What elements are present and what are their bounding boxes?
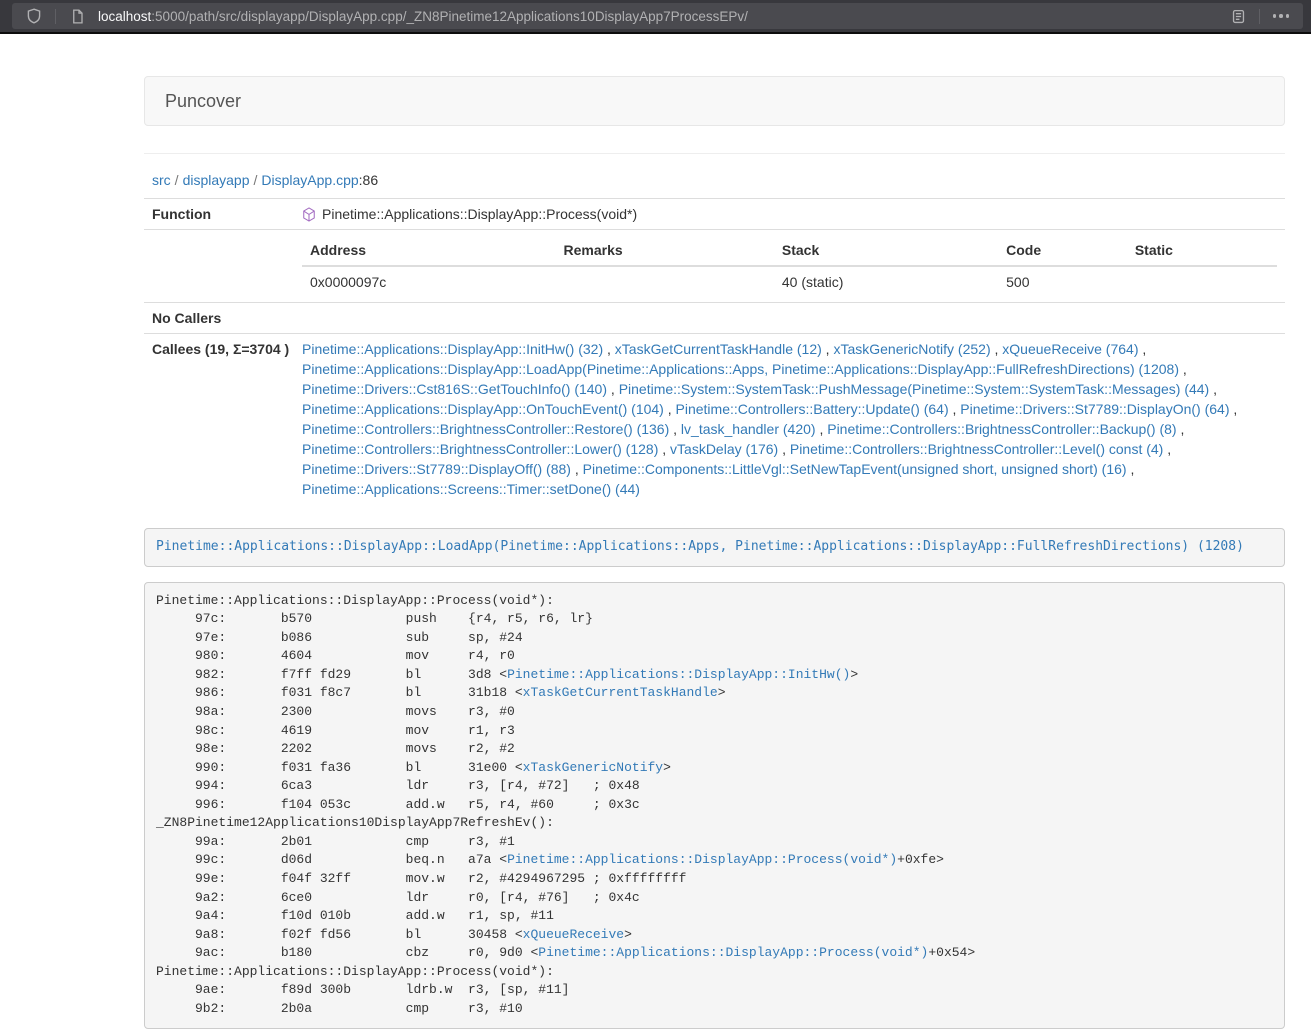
static-value bbox=[1127, 266, 1277, 297]
no-callers-label: No Callers bbox=[144, 303, 294, 334]
remarks-column-header: Remarks bbox=[556, 235, 774, 266]
breadcrumb-link-displayapp[interactable]: displayapp bbox=[183, 172, 250, 188]
url-text[interactable]: localhost:5000/path/src/displayapp/Displ… bbox=[98, 9, 1226, 24]
code-symbol-link[interactable]: Pinetime::Applications::DisplayApp::Init… bbox=[507, 667, 850, 682]
callees-list: Pinetime::Applications::DisplayApp::Init… bbox=[294, 334, 1285, 505]
app-header: Puncover bbox=[144, 76, 1285, 126]
callee-link[interactable]: Pinetime::Controllers::BrightnessControl… bbox=[827, 421, 1176, 437]
callee-link[interactable]: lv_task_handler (420) bbox=[681, 421, 816, 437]
breadcrumb: src/displayapp/DisplayApp.cpp:86 bbox=[152, 172, 1285, 188]
cube-icon bbox=[302, 207, 316, 222]
callees-label: Callees (19, Σ=3704 ) bbox=[144, 334, 294, 505]
callee-link[interactable]: Pinetime::System::SystemTask::PushMessag… bbox=[619, 381, 1210, 397]
breadcrumb-separator: / bbox=[175, 172, 179, 188]
table-row: Address Remarks Stack Code Static 0x0000… bbox=[144, 230, 1285, 303]
brand-title[interactable]: Puncover bbox=[165, 91, 241, 111]
code-symbol-link[interactable]: xTaskGenericNotify bbox=[523, 760, 663, 775]
metrics-table: Address Remarks Stack Code Static 0x0000… bbox=[302, 235, 1277, 297]
browser-toolbar: localhost:5000/path/src/displayapp/Displ… bbox=[0, 0, 1311, 34]
address-column-header: Address bbox=[302, 235, 556, 266]
function-name: Pinetime::Applications::DisplayApp::Proc… bbox=[322, 204, 637, 224]
page-actions-menu-icon[interactable] bbox=[1269, 4, 1293, 28]
breadcrumb-link-src[interactable]: src bbox=[152, 172, 171, 188]
table-row: No Callers bbox=[144, 303, 1285, 334]
disassembly-box: Pinetime::Applications::DisplayApp::Proc… bbox=[144, 582, 1285, 1029]
remarks-value bbox=[556, 266, 774, 297]
function-row-label: Function bbox=[144, 199, 294, 230]
code-column-header: Code bbox=[998, 235, 1127, 266]
caller-snippet-box: Pinetime::Applications::DisplayApp::Load… bbox=[144, 528, 1285, 567]
stack-value: 40 (static) bbox=[774, 266, 998, 297]
code-symbol-link[interactable]: xQueueReceive bbox=[523, 927, 624, 942]
callee-link[interactable]: Pinetime::Applications::Screens::Timer::… bbox=[302, 481, 640, 497]
url-path: :5000/path/src/displayapp/DisplayApp.cpp… bbox=[151, 9, 748, 24]
code-size-value: 500 bbox=[998, 266, 1127, 297]
url-bar[interactable]: localhost:5000/path/src/displayapp/Displ… bbox=[12, 3, 1303, 29]
breadcrumb-link-file[interactable]: DisplayApp.cpp bbox=[261, 172, 358, 188]
callee-link[interactable]: xTaskGenericNotify (252) bbox=[833, 341, 990, 357]
callee-link[interactable]: Pinetime::Controllers::BrightnessControl… bbox=[302, 421, 669, 437]
address-value: 0x0000097c bbox=[302, 266, 556, 297]
code-symbol-link[interactable]: Pinetime::Applications::DisplayApp::Proc… bbox=[538, 945, 928, 960]
divider bbox=[144, 153, 1285, 154]
disassembly-code: Pinetime::Applications::DisplayApp::Proc… bbox=[156, 593, 975, 1016]
url-host: localhost bbox=[98, 9, 151, 24]
callee-link[interactable]: Pinetime::Drivers::St7789::DisplayOff() … bbox=[302, 461, 571, 477]
breadcrumb-line-number: :86 bbox=[359, 172, 378, 188]
shield-icon[interactable] bbox=[22, 4, 46, 28]
callee-link[interactable]: Pinetime::Applications::DisplayApp::OnTo… bbox=[302, 401, 664, 417]
callee-link[interactable]: Pinetime::Applications::DisplayApp::Init… bbox=[302, 341, 603, 357]
code-symbol-link[interactable]: Pinetime::Applications::DisplayApp::Proc… bbox=[507, 852, 897, 867]
callee-link[interactable]: Pinetime::Controllers::BrightnessControl… bbox=[302, 441, 658, 457]
callee-link[interactable]: xQueueReceive (764) bbox=[1002, 341, 1138, 357]
reader-mode-icon[interactable] bbox=[1226, 4, 1250, 28]
urlbar-divider bbox=[1259, 9, 1260, 24]
page-icon[interactable] bbox=[65, 4, 89, 28]
function-table: Function Pinetime::Applications::Display… bbox=[144, 198, 1285, 504]
callee-link[interactable]: Pinetime::Controllers::BrightnessControl… bbox=[790, 441, 1163, 457]
urlbar-divider bbox=[55, 9, 56, 24]
callee-link[interactable]: Pinetime::Drivers::Cst816S::GetTouchInfo… bbox=[302, 381, 607, 397]
table-row: Function Pinetime::Applications::Display… bbox=[144, 199, 1285, 230]
callee-link[interactable]: Pinetime::Controllers::Battery::Update()… bbox=[676, 401, 949, 417]
callee-link[interactable]: Pinetime::Applications::DisplayApp::Load… bbox=[302, 361, 1179, 377]
callee-link[interactable]: xTaskGetCurrentTaskHandle (12) bbox=[615, 341, 822, 357]
callee-link[interactable]: Pinetime::Components::LittleVgl::SetNewT… bbox=[583, 461, 1127, 477]
table-row: Callees (19, Σ=3704 ) Pinetime::Applicat… bbox=[144, 334, 1285, 505]
caller-snippet-link[interactable]: Pinetime::Applications::DisplayApp::Load… bbox=[156, 539, 1244, 554]
page-container: Puncover src/displayapp/DisplayApp.cpp:8… bbox=[144, 34, 1285, 1029]
static-column-header: Static bbox=[1127, 235, 1277, 266]
stack-column-header: Stack bbox=[774, 235, 998, 266]
callee-link[interactable]: Pinetime::Drivers::St7789::DisplayOn() (… bbox=[960, 401, 1229, 417]
breadcrumb-separator: / bbox=[254, 172, 258, 188]
metrics-row: 0x0000097c 40 (static) 500 bbox=[302, 266, 1277, 297]
callee-link[interactable]: vTaskDelay (176) bbox=[670, 441, 778, 457]
code-symbol-link[interactable]: xTaskGetCurrentTaskHandle bbox=[523, 685, 718, 700]
